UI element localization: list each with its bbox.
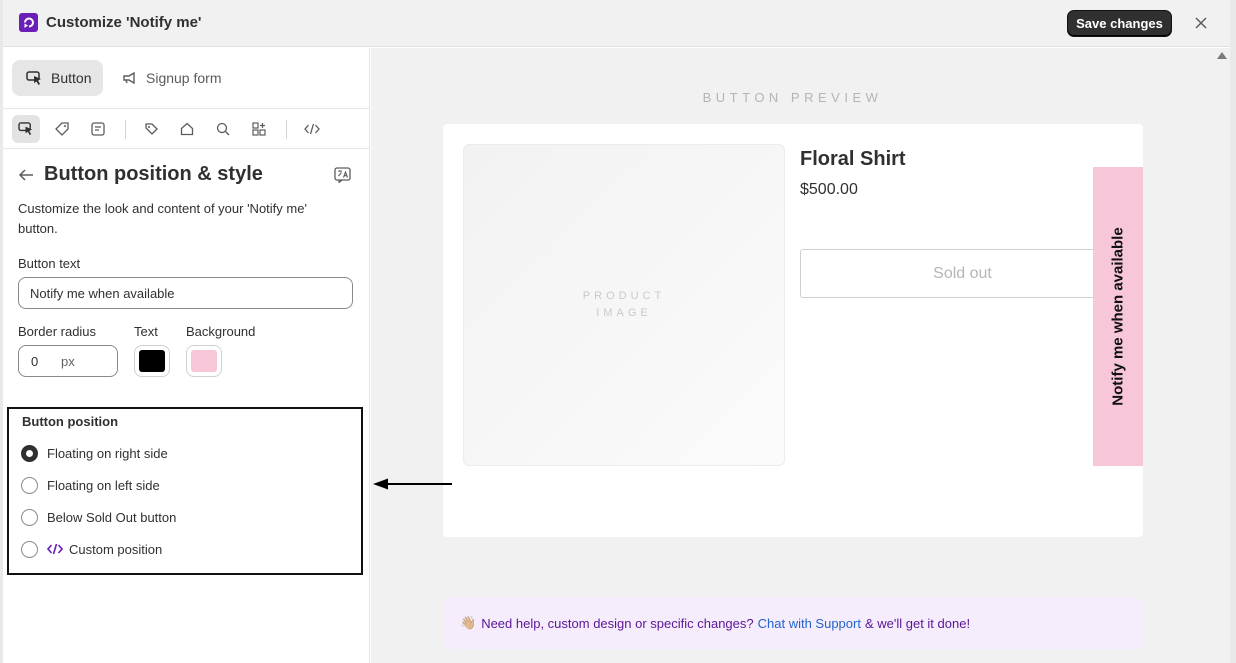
border-radius-unit: px (61, 353, 75, 369)
notify-me-label: Notify me when available (1109, 227, 1127, 406)
annotation-arrow-icon (373, 478, 452, 490)
text-color-fill (139, 350, 165, 372)
button-position-title: Button position (22, 414, 119, 429)
button-position-group: Button position Floating on right side F… (7, 407, 363, 575)
modal-header: Customize 'Notify me' Save changes (3, 0, 1230, 47)
position-option-floating-left[interactable]: Floating on left side (21, 475, 160, 495)
wave-emoji-icon: 👋🏼 (460, 615, 477, 630)
tab-signup-form[interactable]: Signup form (118, 60, 225, 96)
tab-button[interactable]: Button (12, 60, 104, 96)
product-price: $500.00 (800, 181, 858, 198)
tag-icon[interactable] (48, 115, 76, 143)
translate-icon[interactable] (334, 167, 351, 188)
button-text-input[interactable] (18, 277, 353, 309)
cursor-click-icon (26, 70, 41, 85)
close-icon[interactable] (1190, 12, 1212, 34)
megaphone-icon (123, 71, 135, 85)
text-color-swatch[interactable] (134, 345, 170, 377)
tab-signup-form-label: Signup form (146, 70, 222, 86)
modal-title: Customize 'Notify me' (46, 14, 202, 31)
help-text-after: & we'll get it done! (864, 615, 971, 631)
back-arrow-icon[interactable] (18, 168, 34, 182)
main-tabs: Button Signup form (3, 48, 369, 109)
help-banner: 👋🏼 Need help, custom design or specific … (443, 597, 1143, 649)
background-color-fill (191, 350, 217, 372)
search-icon[interactable] (209, 115, 237, 143)
settings-sidebar: Button Signup form Button position & sty… (3, 48, 370, 663)
help-text: Need help, custom design or specific cha… (481, 615, 754, 631)
scroll-up-arrow-icon[interactable] (1217, 52, 1227, 59)
section-icon-toolbar (3, 110, 369, 149)
position-option-label: Floating on right side (47, 445, 168, 461)
code-icon (47, 543, 63, 555)
position-option-below-sold-out[interactable]: Below Sold Out button (21, 507, 176, 527)
radio-unchecked[interactable] (21, 476, 38, 494)
border-radius-label: Border radius (18, 324, 97, 339)
border-radius-value: 0 (31, 353, 39, 369)
button-preview-pane: BUTTON PREVIEW PRODUCT IMAGE Floral Shir… (371, 48, 1230, 663)
section-header: Button position & style (18, 163, 263, 186)
section-description: Customize the look and content of your '… (18, 201, 307, 236)
radio-unchecked[interactable] (21, 508, 38, 526)
customize-modal: Customize 'Notify me' Save changes Butto… (3, 0, 1230, 663)
button-text-label: Button text (18, 256, 81, 271)
note-icon[interactable] (84, 115, 112, 143)
apps-icon[interactable] (245, 115, 273, 143)
chat-support-link[interactable]: Chat with Support (758, 616, 861, 631)
code-icon[interactable] (298, 115, 326, 143)
position-option-label: Below Sold Out button (47, 509, 177, 525)
position-option-label: Custom position (69, 541, 163, 557)
product-image-placeholder: PRODUCT IMAGE (463, 144, 785, 466)
product-name: Floral Shirt (800, 148, 906, 170)
sold-out-button[interactable]: Sold out (800, 249, 1125, 298)
position-option-label: Floating on left side (47, 477, 160, 493)
price-tag-icon[interactable] (137, 115, 165, 143)
home-icon[interactable] (173, 115, 201, 143)
product-image-label: PRODUCT IMAGE (582, 290, 666, 319)
notify-me-floating-button[interactable]: Notify me when available (1093, 167, 1143, 466)
text-color-label: Text (134, 324, 158, 339)
cursor-click-icon[interactable] (12, 115, 40, 143)
toolbar-divider (125, 120, 126, 139)
position-option-floating-right[interactable]: Floating on right side (21, 443, 168, 463)
border-radius-input[interactable]: 0 px (18, 345, 118, 377)
radio-unchecked[interactable] (21, 540, 38, 558)
tab-button-label: Button (51, 70, 92, 86)
section-title: Button position & style (44, 163, 263, 185)
radio-checked[interactable] (21, 444, 38, 462)
toolbar-divider (286, 120, 287, 139)
background-color-swatch[interactable] (186, 345, 222, 377)
position-option-custom[interactable]: Custom position (21, 539, 162, 559)
app-logo-icon (19, 13, 38, 32)
product-card: PRODUCT IMAGE Floral Shirt $500.00 Sold … (443, 124, 1143, 537)
save-changes-button[interactable]: Save changes (1067, 10, 1172, 37)
preview-label: BUTTON PREVIEW (702, 90, 883, 105)
background-color-label: Background (186, 324, 256, 339)
